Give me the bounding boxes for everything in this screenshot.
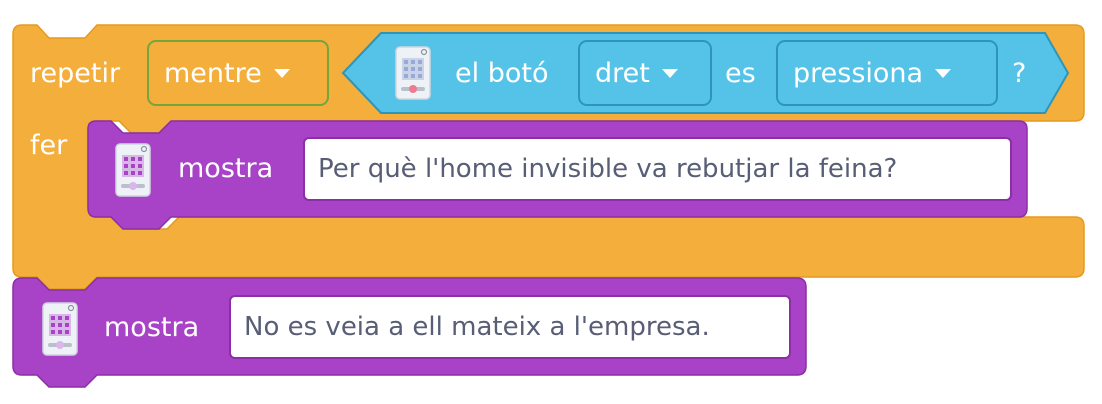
repeat-mode-dropdown[interactable]: mentre [147,40,329,106]
message-text-1: Per què l'home invisible va rebutjar la … [318,154,898,184]
button-value: dret [595,57,650,89]
repeat-mode-value: mentre [164,57,262,89]
device-icon [42,302,78,356]
chevron-down-icon [661,68,678,78]
message-input-2[interactable]: No es veia a ell mateix a l'empresa. [229,295,791,359]
device-icon [115,143,151,197]
do-label: fer [30,130,68,161]
show-label-2: mostra [104,312,200,343]
repeat-label: repetir [30,58,121,89]
condition-connector: es [725,58,756,89]
show-label-1: mostra [178,153,274,184]
device-icon [395,46,431,100]
message-input-1[interactable]: Per què l'home invisible va rebutjar la … [303,137,1012,201]
condition-prefix: el botó [455,58,549,89]
condition-suffix: ? [1012,58,1027,89]
state-value: pressiona [793,57,924,89]
chevron-down-icon [935,68,952,78]
button-dropdown[interactable]: dret [578,40,712,106]
state-dropdown[interactable]: pressiona [776,40,998,106]
chevron-down-icon [273,68,290,78]
message-text-2: No es veia a ell mateix a l'empresa. [244,312,710,342]
